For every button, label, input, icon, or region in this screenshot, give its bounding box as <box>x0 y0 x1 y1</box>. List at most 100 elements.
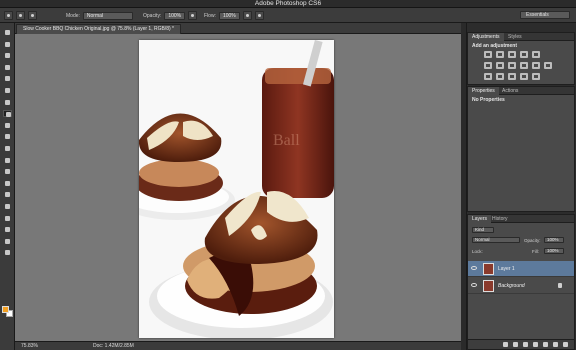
type-tool-icon[interactable] <box>3 203 12 210</box>
history-brush-tool-icon[interactable] <box>3 133 12 140</box>
vibrance-icon[interactable] <box>532 51 540 58</box>
eye-icon[interactable] <box>471 283 477 287</box>
exposure-icon[interactable] <box>520 51 528 58</box>
new-group-icon[interactable] <box>543 342 548 347</box>
tab-actions[interactable]: Actions <box>498 87 522 95</box>
blend-mode-select[interactable]: Normal <box>472 237 520 243</box>
color-balance-icon[interactable] <box>496 62 504 69</box>
hue-saturation-icon[interactable] <box>484 62 492 69</box>
adjustment-layer-icon[interactable] <box>533 342 538 347</box>
curves-icon[interactable] <box>508 51 516 58</box>
adjustments-panel: Adjustments Styles Add an adjustment <box>467 32 575 85</box>
tab-styles[interactable]: Styles <box>504 33 526 41</box>
path-selection-tool-icon[interactable] <box>3 215 12 222</box>
flow-group: Flow: 100% <box>204 11 264 20</box>
blur-tool-icon[interactable] <box>3 168 12 175</box>
brush-preset-icon[interactable] <box>4 11 13 20</box>
gradient-tool-icon[interactable] <box>3 157 12 164</box>
doc-size-info[interactable]: Doc: 1.42M/2.85M <box>93 343 134 349</box>
layer-row[interactable]: Layer 1 <box>468 261 574 277</box>
levels-icon[interactable] <box>496 51 504 58</box>
document-canvas[interactable]: Ball <box>139 40 334 338</box>
mode-label: Mode: <box>66 12 80 19</box>
trash-icon[interactable] <box>563 342 568 347</box>
healing-brush-tool-icon[interactable] <box>3 99 12 106</box>
layer-filter-select[interactable]: Kind <box>472 227 494 233</box>
tab-history[interactable]: History <box>488 215 512 223</box>
lasso-tool-icon[interactable] <box>3 52 12 59</box>
tool-preset-group <box>4 11 37 20</box>
properties-panel: Properties Actions No Properties <box>467 86 575 212</box>
opacity-group: Opacity: 100% <box>143 11 198 20</box>
canvas-area[interactable]: Ball <box>15 34 461 341</box>
layer-row[interactable]: Background <box>468 278 574 294</box>
app-title: Adobe Photoshop CS6 <box>254 0 322 7</box>
clone-stamp-tool-icon[interactable] <box>3 122 12 129</box>
eyedropper-tool-icon[interactable] <box>3 87 12 94</box>
title-bar: Adobe Photoshop CS6 <box>0 0 576 8</box>
eye-icon[interactable] <box>471 266 477 270</box>
channel-mixer-icon[interactable] <box>532 62 540 69</box>
posterize-icon[interactable] <box>496 73 504 80</box>
brush-tool-icon[interactable] <box>3 110 12 118</box>
document-tab-bar: Slow Cooker BBQ Chicken Original.jpg @ 7… <box>15 23 461 34</box>
adjustment-row-3 <box>484 73 564 80</box>
layers-panel-tabs: Layers History <box>468 215 574 223</box>
pressure-size-icon[interactable] <box>254 11 264 20</box>
layer-opacity-field[interactable]: 100% <box>544 237 564 243</box>
foreground-color-swatch[interactable] <box>2 306 9 313</box>
tab-adjustments[interactable]: Adjustments <box>468 33 504 41</box>
properties-panel-tabs: Properties Actions <box>468 87 574 95</box>
layer-thumbnail <box>483 280 494 292</box>
document-tab[interactable]: Slow Cooker BBQ Chicken Original.jpg @ 7… <box>16 24 181 34</box>
adjustment-row-2 <box>484 62 564 69</box>
black-white-icon[interactable] <box>508 62 516 69</box>
selective-color-icon[interactable] <box>520 73 528 80</box>
airbrush-icon[interactable] <box>242 11 252 20</box>
brush-panel-toggle-icon[interactable] <box>28 11 37 20</box>
invert-icon[interactable] <box>484 73 492 80</box>
toolbox <box>0 23 15 350</box>
photo-filter-icon[interactable] <box>520 62 528 69</box>
move-tool-icon[interactable] <box>3 29 12 36</box>
layer-name: Layer 1 <box>498 266 515 272</box>
adjustments-panel-tabs: Adjustments Styles <box>468 33 574 41</box>
color-lookup-icon[interactable] <box>544 62 552 69</box>
options-bar: Mode: Normal Opacity: 100% Flow: 100% Es… <box>0 8 576 23</box>
rectangle-tool-icon[interactable] <box>3 226 12 233</box>
pen-tool-icon[interactable] <box>3 191 12 198</box>
layers-footer <box>468 339 574 349</box>
flow-label: Flow: <box>204 12 216 19</box>
opacity-field[interactable]: 100% <box>164 11 186 20</box>
layer-opacity-label: Opacity: <box>524 238 541 243</box>
mode-group: Mode: Normal <box>66 11 133 20</box>
fill-field[interactable]: 100% <box>544 248 564 254</box>
crop-tool-icon[interactable] <box>3 75 12 82</box>
link-layers-icon[interactable] <box>503 342 508 347</box>
brightness-contrast-icon[interactable] <box>484 51 492 58</box>
fill-label: Fill: <box>532 249 539 254</box>
dodge-tool-icon[interactable] <box>3 180 12 187</box>
svg-text:Ball: Ball <box>273 132 300 149</box>
adjustment-row-1 <box>484 51 564 58</box>
zoom-tool-icon[interactable] <box>3 249 12 256</box>
mode-select[interactable]: Normal <box>82 11 133 20</box>
threshold-icon[interactable] <box>508 73 516 80</box>
hand-tool-icon[interactable] <box>3 238 12 245</box>
new-layer-icon[interactable] <box>553 342 558 347</box>
marquee-tool-icon[interactable] <box>3 41 12 48</box>
zoom-level[interactable]: 75.83% <box>21 343 38 349</box>
flow-field[interactable]: 100% <box>218 11 240 20</box>
gradient-map-icon[interactable] <box>532 73 540 80</box>
add-mask-icon[interactable] <box>523 342 528 347</box>
tab-properties[interactable]: Properties <box>468 87 499 95</box>
workspace-select[interactable]: Essentials <box>520 11 570 19</box>
eraser-tool-icon[interactable] <box>3 145 12 152</box>
opacity-label: Opacity: <box>143 12 162 19</box>
pressure-opacity-icon[interactable] <box>188 11 198 20</box>
brush-size-picker-icon[interactable] <box>16 11 25 20</box>
adjustments-heading: Add an adjustment <box>472 43 518 49</box>
fx-icon[interactable] <box>513 342 518 347</box>
status-bar: 75.83% Doc: 1.42M/2.85M <box>15 341 461 350</box>
quick-select-tool-icon[interactable] <box>3 64 12 71</box>
